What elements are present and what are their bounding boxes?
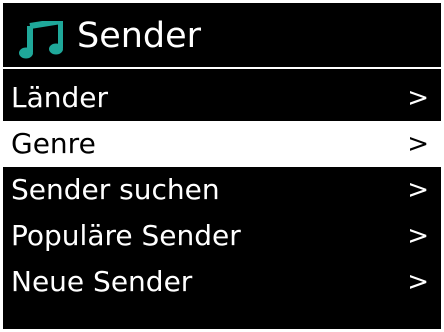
menu-item-genre[interactable]: Genre > xyxy=(3,121,441,167)
page-title: Sender xyxy=(77,16,202,56)
station-menu: Länder > Genre > Sender suchen > Populär… xyxy=(3,75,441,305)
radio-display: Sender Länder > Genre > Sender suchen > … xyxy=(3,3,441,329)
chevron-right-icon: > xyxy=(407,175,429,205)
menu-item-laender[interactable]: Länder > xyxy=(3,75,441,121)
menu-item-label: Länder xyxy=(11,81,109,114)
chevron-right-icon: > xyxy=(407,267,429,297)
menu-item-label: Populäre Sender xyxy=(11,219,241,252)
menu-item-label: Neue Sender xyxy=(11,265,193,298)
chevron-right-icon: > xyxy=(407,83,429,113)
header: Sender xyxy=(3,3,441,69)
menu-item-neue-sender[interactable]: Neue Sender > xyxy=(3,259,441,305)
menu-item-label: Genre xyxy=(11,127,96,160)
chevron-right-icon: > xyxy=(407,221,429,251)
chevron-right-icon: > xyxy=(407,129,429,159)
menu-item-label: Sender suchen xyxy=(11,173,220,206)
music-note-icon xyxy=(19,21,63,59)
header-divider xyxy=(3,67,441,69)
menu-item-populaere-sender[interactable]: Populäre Sender > xyxy=(3,213,441,259)
menu-item-sender-suchen[interactable]: Sender suchen > xyxy=(3,167,441,213)
